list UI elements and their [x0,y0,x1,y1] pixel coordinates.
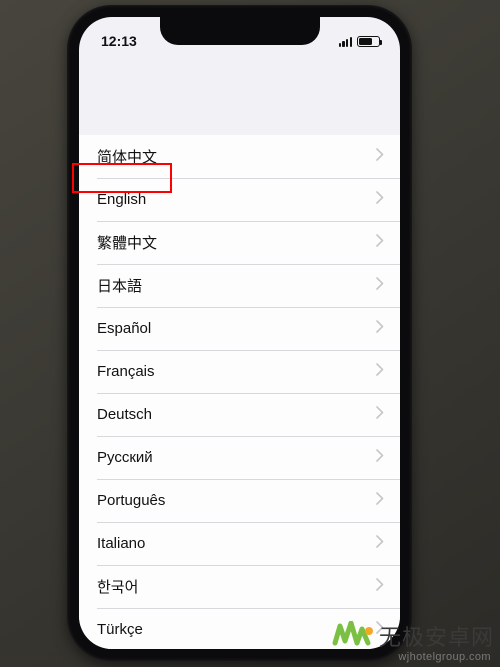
language-row[interactable]: Français [79,350,400,393]
language-label: Français [97,363,155,380]
chevron-right-icon [376,234,384,252]
chevron-right-icon [376,449,384,467]
language-list: 简体中文 English 繁體中文 日本語 Español Français [79,135,400,649]
chevron-right-icon [376,191,384,209]
language-label: Italiano [97,535,145,552]
language-label: 繁體中文 [97,232,157,253]
chevron-right-icon [376,363,384,381]
language-row[interactable]: 한국어 [79,565,400,608]
language-label: English [97,191,146,208]
language-row[interactable]: English [79,178,400,221]
chevron-right-icon [376,148,384,166]
watermark-brand: 无极安卓网 [379,620,494,652]
language-row[interactable]: Español [79,307,400,350]
watermark-logo-icon [332,621,374,651]
chevron-right-icon [376,535,384,553]
phone-screen: 12:13 简体中文 English 繁體中文 日本語 [79,17,400,649]
language-row[interactable]: Русский [79,436,400,479]
notch [160,17,320,45]
language-label: Deutsch [97,406,152,423]
signal-icon [339,36,352,47]
chevron-right-icon [376,492,384,510]
language-row[interactable]: 日本語 [79,264,400,307]
language-row[interactable]: Deutsch [79,393,400,436]
language-row[interactable]: 繁體中文 [79,221,400,264]
language-row[interactable]: Italiano [79,522,400,565]
chevron-right-icon [376,406,384,424]
language-row[interactable]: 简体中文 [79,135,400,178]
phone-frame: 12:13 简体中文 English 繁體中文 日本語 [67,5,412,661]
language-label: 한국어 [97,576,138,597]
watermark: 无极安卓网 wjhotelgroup.com [332,620,494,663]
language-label: 简体中文 [97,146,157,167]
language-label: Português [97,492,165,509]
language-row[interactable]: Português [79,479,400,522]
chevron-right-icon [376,277,384,295]
battery-icon [357,36,380,47]
language-label: 日本語 [97,275,142,296]
status-time: 12:13 [101,33,137,49]
language-label: Русский [97,449,153,466]
watermark-url: wjhotelgroup.com [398,651,491,663]
chevron-right-icon [376,320,384,338]
language-label: Türkçe [97,621,143,638]
chevron-right-icon [376,578,384,596]
language-label: Español [97,320,151,337]
